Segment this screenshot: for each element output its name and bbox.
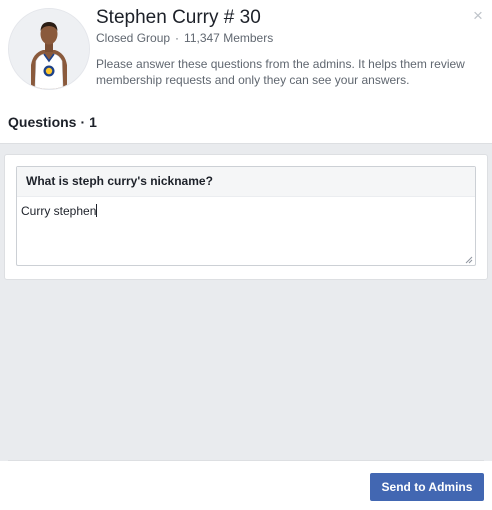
resize-grip-icon[interactable] <box>465 256 473 264</box>
questions-heading: Questions · 1 <box>8 114 97 130</box>
group-name[interactable]: Stephen Curry # 30 <box>96 7 261 29</box>
question-prompt: What is steph curry's nickname? <box>17 167 475 197</box>
group-meta: Closed Group · 11,347 Members <box>96 31 273 45</box>
dialog-header: Stephen Curry # 30 Closed Group · 11,347 M… <box>0 0 492 104</box>
group-avatar <box>8 8 90 90</box>
meta-separator: · <box>175 31 180 45</box>
question-card: What is steph curry's nickname? Curry st… <box>4 154 488 280</box>
footer-divider <box>8 460 484 461</box>
questions-body: What is steph curry's nickname? Curry st… <box>0 143 492 461</box>
group-privacy: Closed Group <box>96 31 171 45</box>
answer-textarea[interactable]: Curry stephen <box>17 197 475 266</box>
close-icon[interactable]: × <box>468 6 488 26</box>
member-count[interactable]: 11,347 Members <box>184 31 273 45</box>
answer-text: Curry stephen <box>21 204 97 218</box>
admin-instructions: Please answer these questions from the a… <box>96 57 465 87</box>
send-to-admins-button[interactable]: Send to Admins <box>370 473 484 501</box>
text-caret <box>96 204 98 217</box>
join-group-dialog: Stephen Curry # 30 Closed Group · 11,347 M… <box>0 0 492 510</box>
questions-label: Questions <box>8 114 77 130</box>
questions-count: 1 <box>89 114 97 130</box>
question-item: What is steph curry's nickname? Curry st… <box>16 166 476 266</box>
questions-separator: · <box>80 114 86 130</box>
